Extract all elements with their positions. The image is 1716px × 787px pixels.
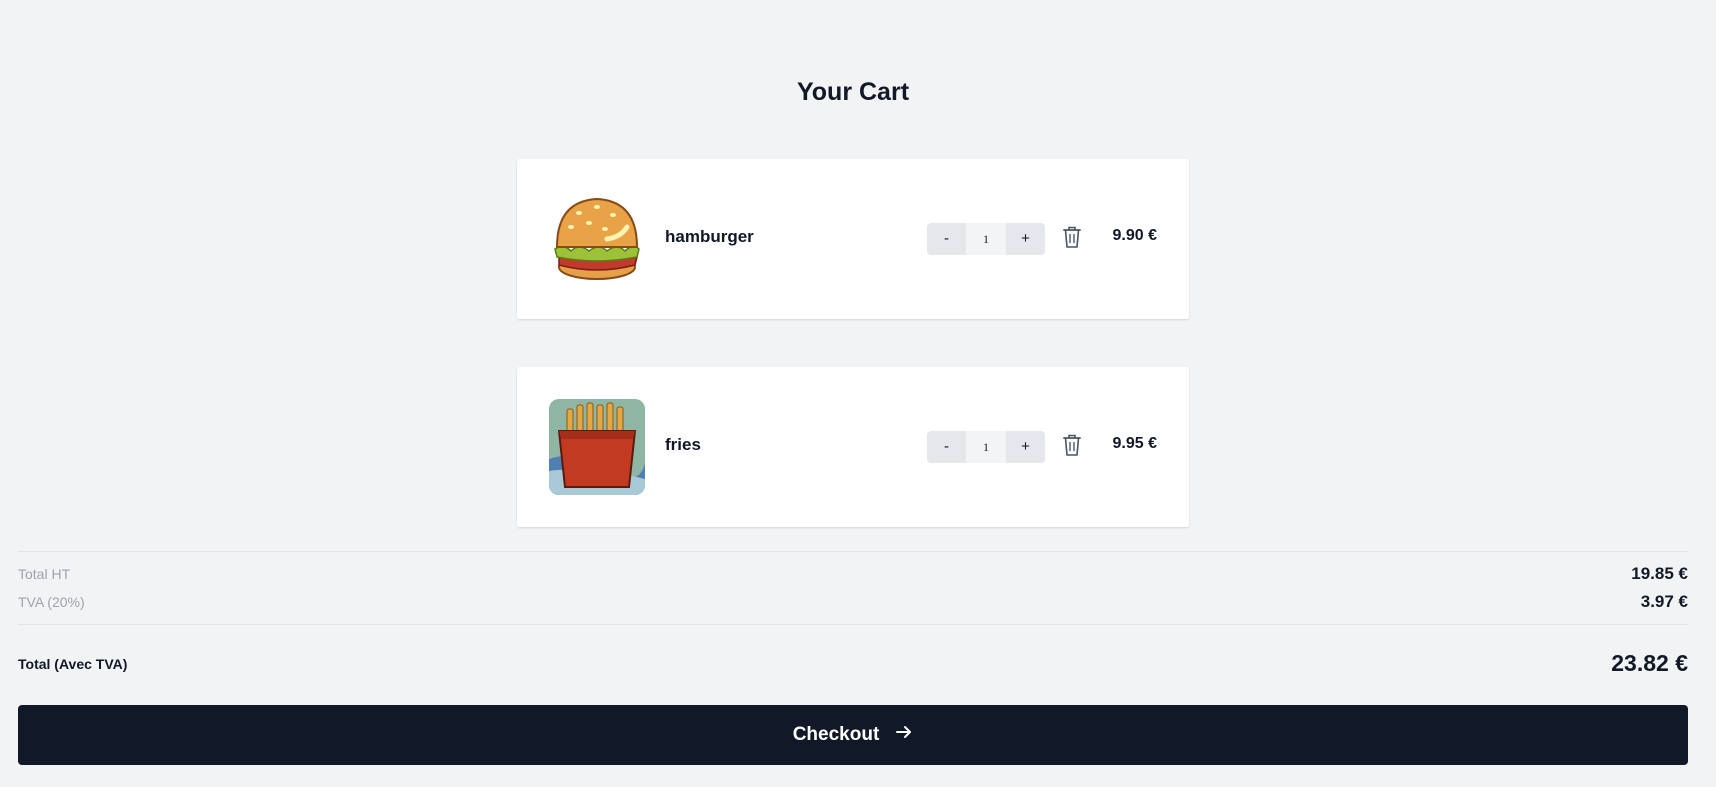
item-name: fries [665, 435, 701, 454]
quantity-value: 1 [983, 440, 989, 454]
cart-page: Your Cart hamburger - 1 + 9.90 € fries -… [0, 0, 1716, 787]
increment-button[interactable]: + [1006, 223, 1045, 255]
decrement-button[interactable]: - [927, 431, 966, 463]
tva-label: TVA (20%) [18, 594, 85, 610]
decrement-button[interactable]: - [927, 223, 966, 255]
trash-icon[interactable] [1060, 223, 1084, 251]
page-title: Your Cart [796, 78, 910, 106]
divider [18, 624, 1688, 625]
total-ht-value: 19.85 € [1631, 564, 1688, 583]
checkout-button[interactable]: Checkout [18, 705, 1688, 765]
hamburger-image [549, 191, 645, 287]
quantity-stepper: - 1 + [927, 431, 1045, 463]
cart-item-hamburger: hamburger - 1 + 9.90 € [517, 159, 1189, 319]
divider [18, 551, 1688, 552]
quantity-stepper: - 1 + [927, 223, 1045, 255]
trash-icon[interactable] [1060, 431, 1084, 459]
checkout-label: Checkout [792, 724, 880, 745]
cart-item-fries: fries - 1 + 9.95 € [517, 367, 1189, 527]
tva-value: 3.97 € [1640, 592, 1688, 611]
quantity-value: 1 [983, 232, 989, 246]
total-label: Total (Avec TVA) [18, 656, 128, 672]
item-price: 9.95 € [1112, 435, 1157, 452]
arrow-right-icon [895, 724, 913, 746]
total-ht-label: Total HT [18, 566, 71, 582]
quantity-field[interactable]: 1 [966, 223, 1006, 255]
quantity-field[interactable]: 1 [966, 431, 1006, 463]
item-name: hamburger [665, 227, 754, 246]
total-value: 23.82 € [1611, 650, 1688, 676]
fries-image [549, 399, 645, 495]
item-price: 9.90 € [1112, 227, 1157, 244]
increment-button[interactable]: + [1006, 431, 1045, 463]
